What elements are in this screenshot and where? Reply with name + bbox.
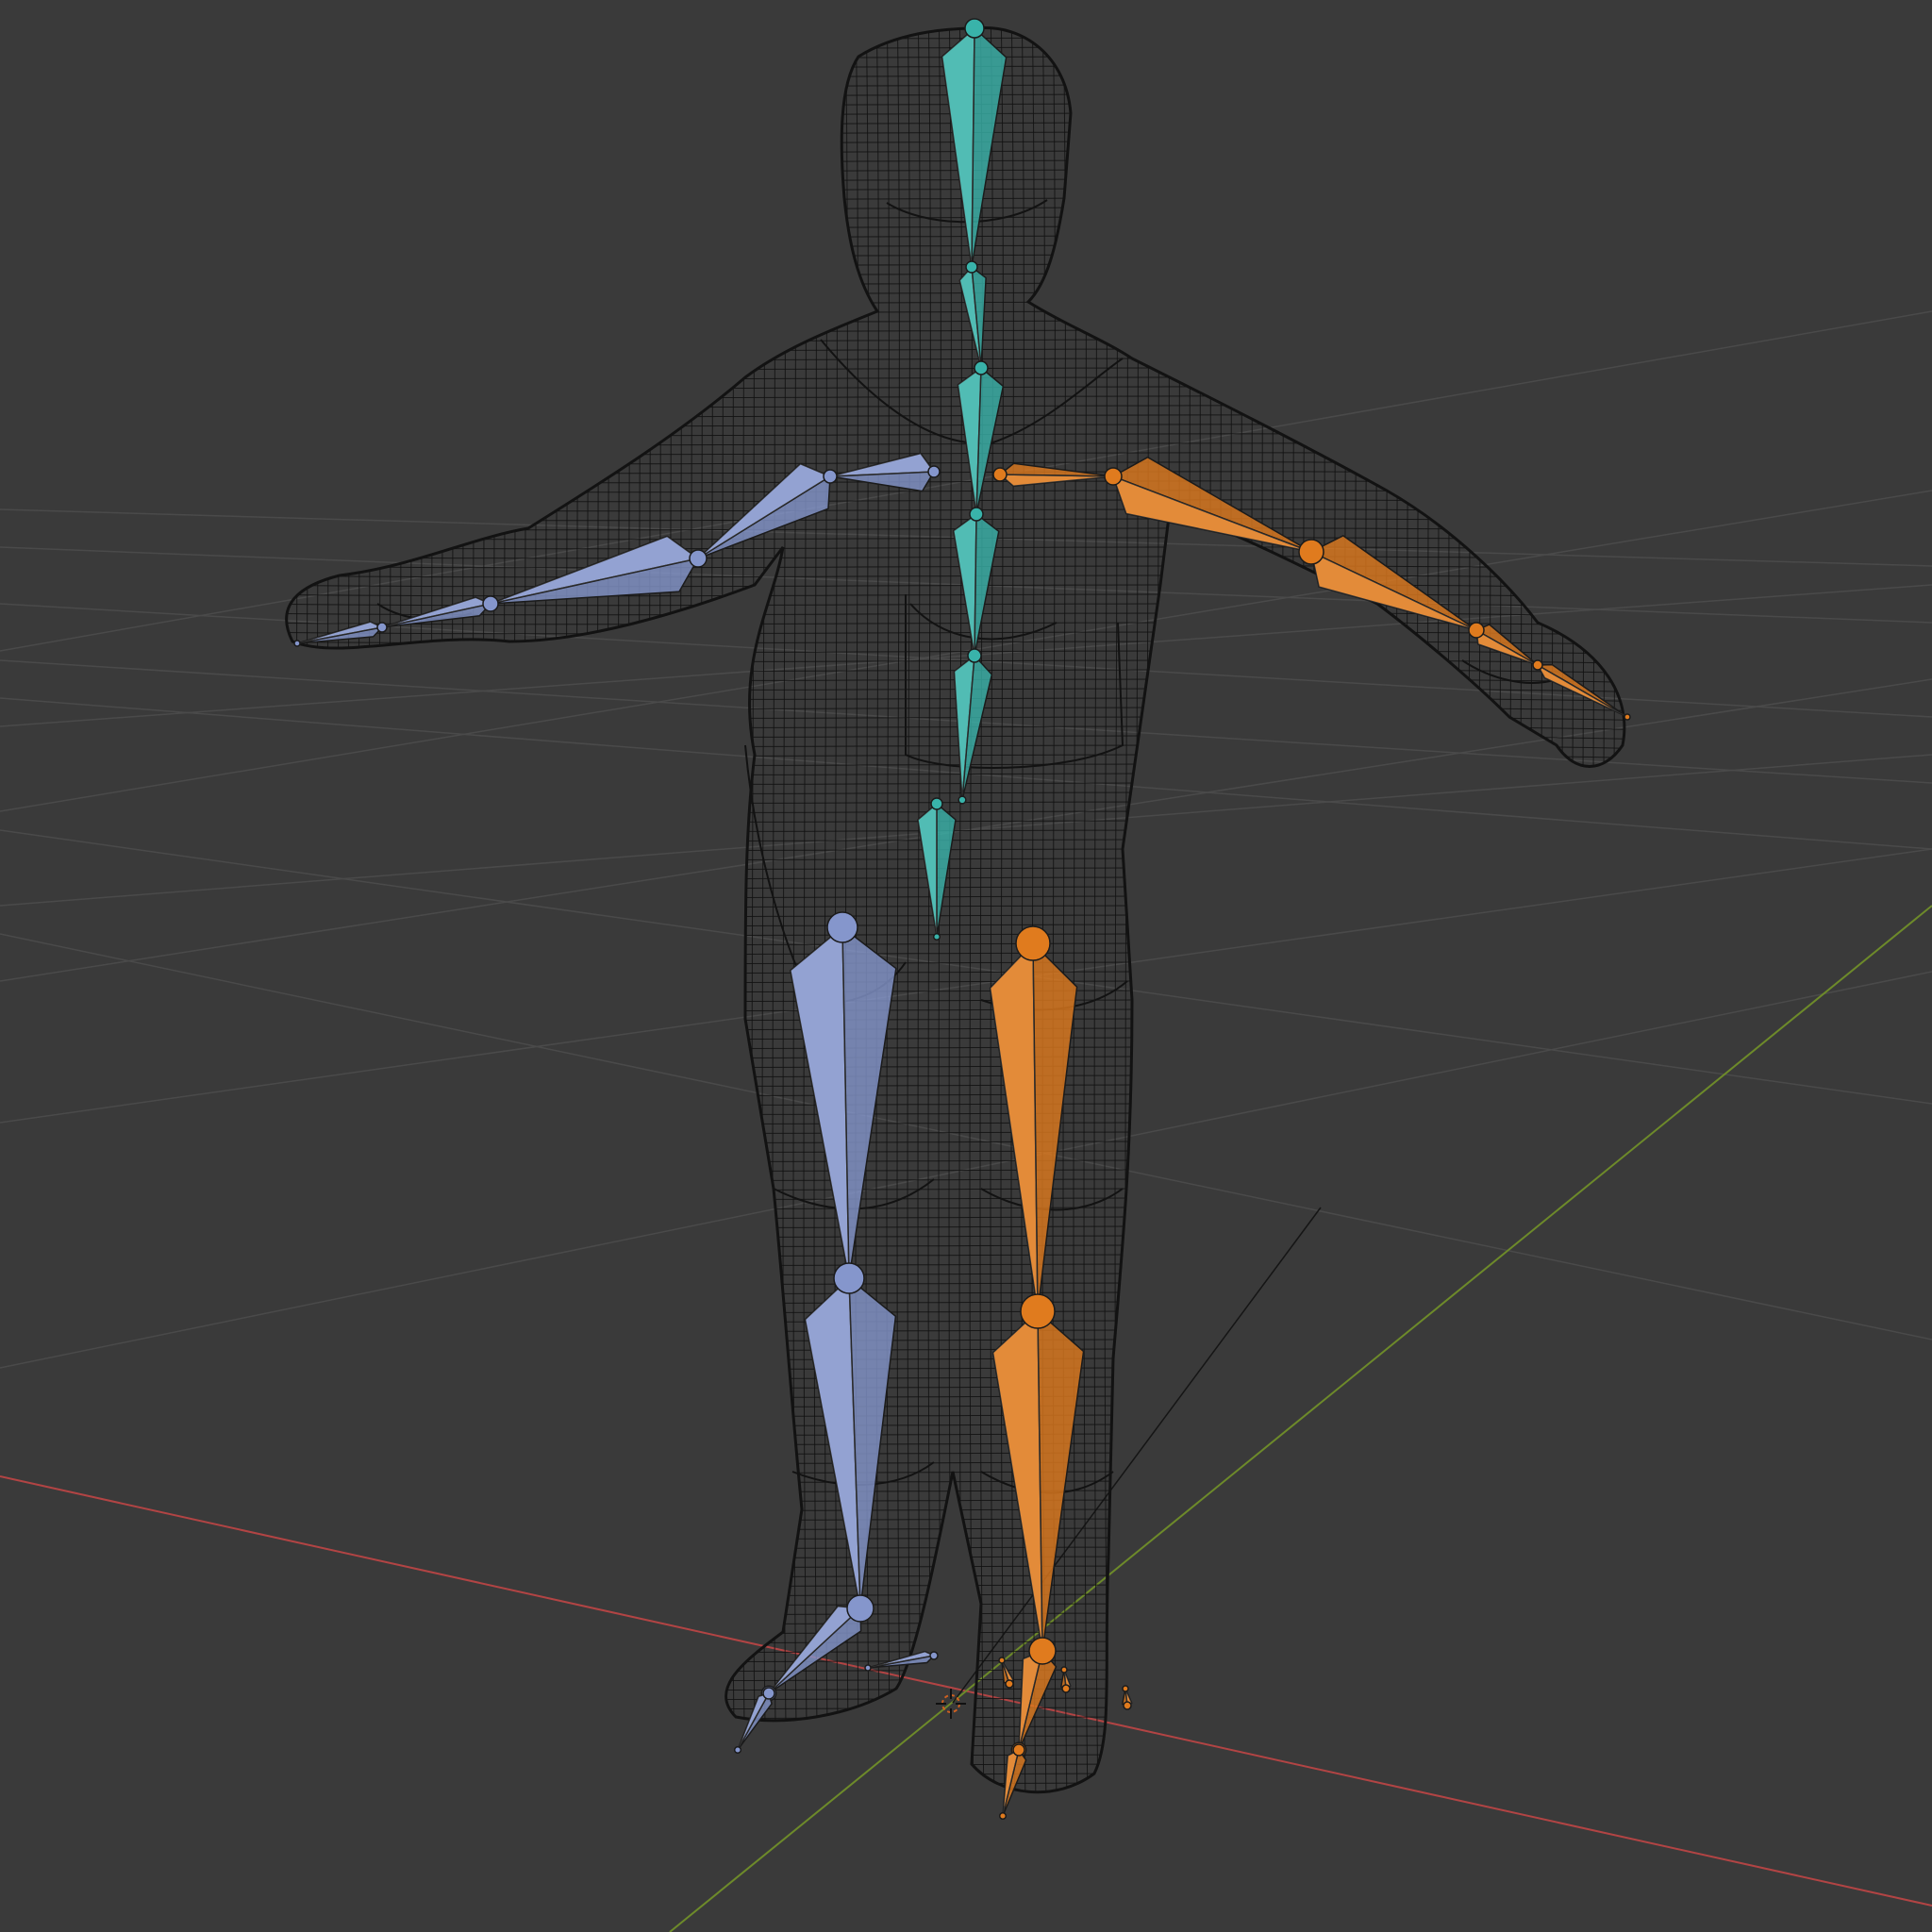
character-wireframe-mesh[interactable] xyxy=(236,0,1660,1932)
bone-upper-arm-left[interactable] xyxy=(693,462,838,563)
bone-shin-right[interactable] xyxy=(991,1293,1085,1661)
bone-spine-1[interactable] xyxy=(953,648,993,805)
armature[interactable] xyxy=(293,18,1631,1821)
bone-neck[interactable] xyxy=(958,260,987,373)
grid-line xyxy=(0,971,1932,1369)
bone-shoulder-left[interactable] xyxy=(825,452,941,492)
ground-grid xyxy=(0,310,1932,1369)
bone-heel-right[interactable] xyxy=(998,1657,1014,1689)
bone-head[interactable] xyxy=(941,18,1008,274)
grid-line xyxy=(0,829,1932,1105)
3d-viewport[interactable] xyxy=(0,0,1932,1932)
bone-ik-right-b[interactable] xyxy=(1122,1685,1133,1710)
bone-thigh-right[interactable] xyxy=(989,925,1078,1322)
axes xyxy=(0,905,1932,1932)
bone-thigh-left[interactable] xyxy=(790,911,897,1288)
grid-line xyxy=(0,848,1932,1124)
bone-foot-right[interactable] xyxy=(1010,1637,1058,1758)
grid-line xyxy=(0,933,1932,1341)
bone-foot-left[interactable] xyxy=(760,1594,874,1702)
bone-shin-left[interactable] xyxy=(804,1262,897,1618)
z-helper-line xyxy=(952,1207,1322,1704)
bone-chest[interactable] xyxy=(957,360,1005,519)
bone-forearm-left[interactable] xyxy=(485,535,708,609)
